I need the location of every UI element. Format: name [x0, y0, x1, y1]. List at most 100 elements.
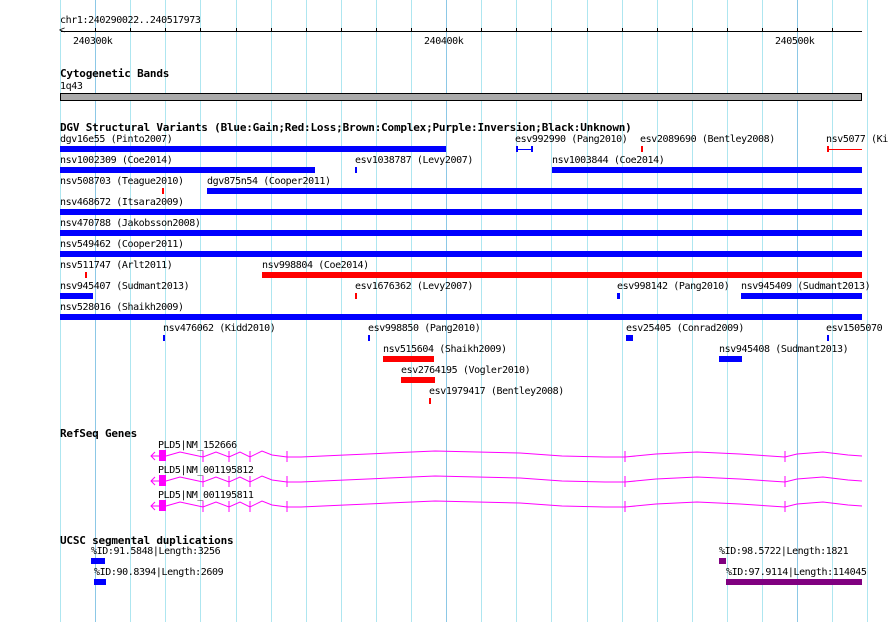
dgv-feature-label: esv992990 (Pang2010)	[515, 134, 628, 145]
dgv-feature-line[interactable]	[516, 149, 531, 150]
dgv-feature-end	[516, 146, 518, 152]
ruler-tick	[516, 28, 517, 32]
ruler-tick	[165, 28, 166, 32]
exon	[159, 450, 166, 461]
dgv-feature-bar[interactable]	[60, 209, 862, 215]
gene-model[interactable]	[0, 499, 890, 513]
ruler-tick-label: 240300k	[73, 36, 113, 47]
dgv-feature-label: nsv528016 (Shaikh2009)	[60, 302, 184, 313]
dgv-feature-bar[interactable]	[827, 335, 829, 341]
segdup-bar[interactable]	[726, 579, 862, 585]
dgv-feature-label: nsv5077 (Ki	[826, 134, 888, 145]
ruler-tick	[411, 28, 412, 32]
ruler-tick	[271, 28, 272, 32]
dgv-feature-bar[interactable]	[60, 251, 862, 257]
dgv-feature-bar[interactable]	[429, 398, 431, 404]
dgv-feature-bar[interactable]	[162, 188, 164, 194]
dgv-feature-label: dgv16e55 (Pinto2007)	[60, 134, 173, 145]
dgv-feature-bar[interactable]	[401, 377, 435, 383]
segdup-label: %ID:97.9114|Length:114045	[726, 567, 867, 578]
ruler-tick	[587, 28, 588, 32]
dgv-feature-bar[interactable]	[60, 230, 862, 236]
dgv-feature-bar[interactable]	[617, 293, 620, 299]
dgv-feature-label: nsv511747 (Arlt2011)	[60, 260, 173, 271]
dgv-feature-label: nsv468672 (Itsara2009)	[60, 197, 184, 208]
exon	[159, 500, 166, 511]
dgv-feature-bar[interactable]	[355, 167, 357, 173]
ruler-tick	[481, 28, 482, 32]
dgv-feature-bar[interactable]	[741, 293, 862, 299]
intron-line	[165, 450, 863, 458]
ruler-tick	[762, 28, 763, 32]
cytoband-bar[interactable]	[60, 93, 862, 101]
cytoband-label: 1q43	[60, 81, 83, 92]
dgv-feature-label: esv1038787 (Levy2007)	[355, 155, 474, 166]
dgv-feature-label: esv2764195 (Vogler2010)	[401, 365, 531, 376]
dgv-feature-label: esv1505070	[826, 323, 883, 334]
segdup-bar[interactable]	[94, 579, 106, 585]
dgv-feature-bar[interactable]	[368, 335, 370, 341]
dgv-feature-label: nsv470788 (Jakobsson2008)	[60, 218, 201, 229]
ruler-tick	[95, 28, 96, 32]
dgv-feature-line[interactable]	[827, 149, 862, 150]
grid-line	[867, 0, 868, 622]
dgv-feature-bar[interactable]	[163, 335, 165, 341]
segdup-label: %ID:91.5848|Length:3256	[91, 546, 221, 557]
dgv-feature-label: dgv875n54 (Cooper2011)	[207, 176, 331, 187]
ruler-left-arrow-icon[interactable]: <	[59, 25, 65, 36]
region-label: chr1:240290022..240517973	[60, 15, 201, 26]
dgv-feature-bar[interactable]	[60, 314, 862, 320]
dgv-feature-label: nsv515604 (Shaikh2009)	[383, 344, 507, 355]
gene-model[interactable]	[0, 449, 890, 463]
ruler-tick-label: 240400k	[424, 36, 464, 47]
dgv-feature-bar[interactable]	[355, 293, 357, 299]
exon	[159, 475, 166, 486]
ruler-tick	[797, 28, 798, 32]
segdup-label: %ID:90.8394|Length:2609	[94, 567, 224, 578]
dgv-feature-bar[interactable]	[85, 272, 87, 278]
genome-browser-panel: chr1:240290022..240517973 < 240300k 2404…	[0, 0, 890, 622]
dgv-feature-end	[827, 146, 829, 152]
intron-line	[165, 500, 863, 508]
dgv-feature-label: nsv945409 (Sudmant2013)	[741, 281, 871, 292]
dgv-feature-bar[interactable]	[719, 356, 742, 362]
dgv-feature-bar[interactable]	[60, 293, 93, 299]
ruler-tick-label: 240500k	[775, 36, 815, 47]
dgv-feature-label: nsv476062 (Kidd2010)	[163, 323, 276, 334]
dgv-feature-label: nsv549462 (Cooper2011)	[60, 239, 184, 250]
segdup-bar[interactable]	[91, 558, 105, 564]
cytoband-track-title[interactable]: Cytogenetic Bands	[60, 67, 169, 80]
ruler-tick	[306, 28, 307, 32]
ruler-tick	[376, 28, 377, 32]
dgv-feature-label: nsv945407 (Sudmant2013)	[60, 281, 190, 292]
refseq-track-title[interactable]: RefSeq Genes	[60, 427, 137, 440]
dgv-feature-bar[interactable]	[383, 356, 434, 362]
dgv-feature-bar[interactable]	[626, 335, 633, 341]
dgv-feature-label: esv998850 (Pang2010)	[368, 323, 481, 334]
dgv-feature-label: nsv1003844 (Coe2014)	[552, 155, 665, 166]
dgv-feature-bar[interactable]	[641, 146, 643, 152]
dgv-feature-label: esv1676362 (Levy2007)	[355, 281, 474, 292]
dgv-feature-label: nsv945408 (Sudmant2013)	[719, 344, 849, 355]
dgv-feature-label: esv25405 (Conrad2009)	[626, 323, 745, 334]
dgv-feature-bar[interactable]	[262, 272, 862, 278]
dgv-feature-end	[531, 146, 533, 152]
segdup-bar[interactable]	[719, 558, 726, 564]
dgv-feature-bar[interactable]	[60, 167, 315, 173]
gene-model[interactable]	[0, 474, 890, 488]
ruler-tick	[341, 28, 342, 32]
ruler-axis[interactable]	[61, 31, 862, 32]
dgv-feature-bar[interactable]	[60, 146, 446, 152]
ruler-tick	[692, 28, 693, 32]
ruler-tick	[551, 28, 552, 32]
dgv-feature-label: nsv508703 (Teague2010)	[60, 176, 184, 187]
segdup-label: %ID:98.5722|Length:1821	[719, 546, 849, 557]
intron-line	[165, 475, 863, 483]
dgv-feature-label: nsv998804 (Coe2014)	[262, 260, 369, 271]
ruler-tick	[727, 28, 728, 32]
dgv-feature-label: nsv1002309 (Coe2014)	[60, 155, 173, 166]
dgv-feature-bar[interactable]	[552, 167, 862, 173]
dgv-feature-bar[interactable]	[207, 188, 862, 194]
dgv-track-title[interactable]: DGV Structural Variants (Blue:Gain;Red:L…	[60, 121, 632, 134]
dgv-feature-label: esv1979417 (Bentley2008)	[429, 386, 564, 397]
